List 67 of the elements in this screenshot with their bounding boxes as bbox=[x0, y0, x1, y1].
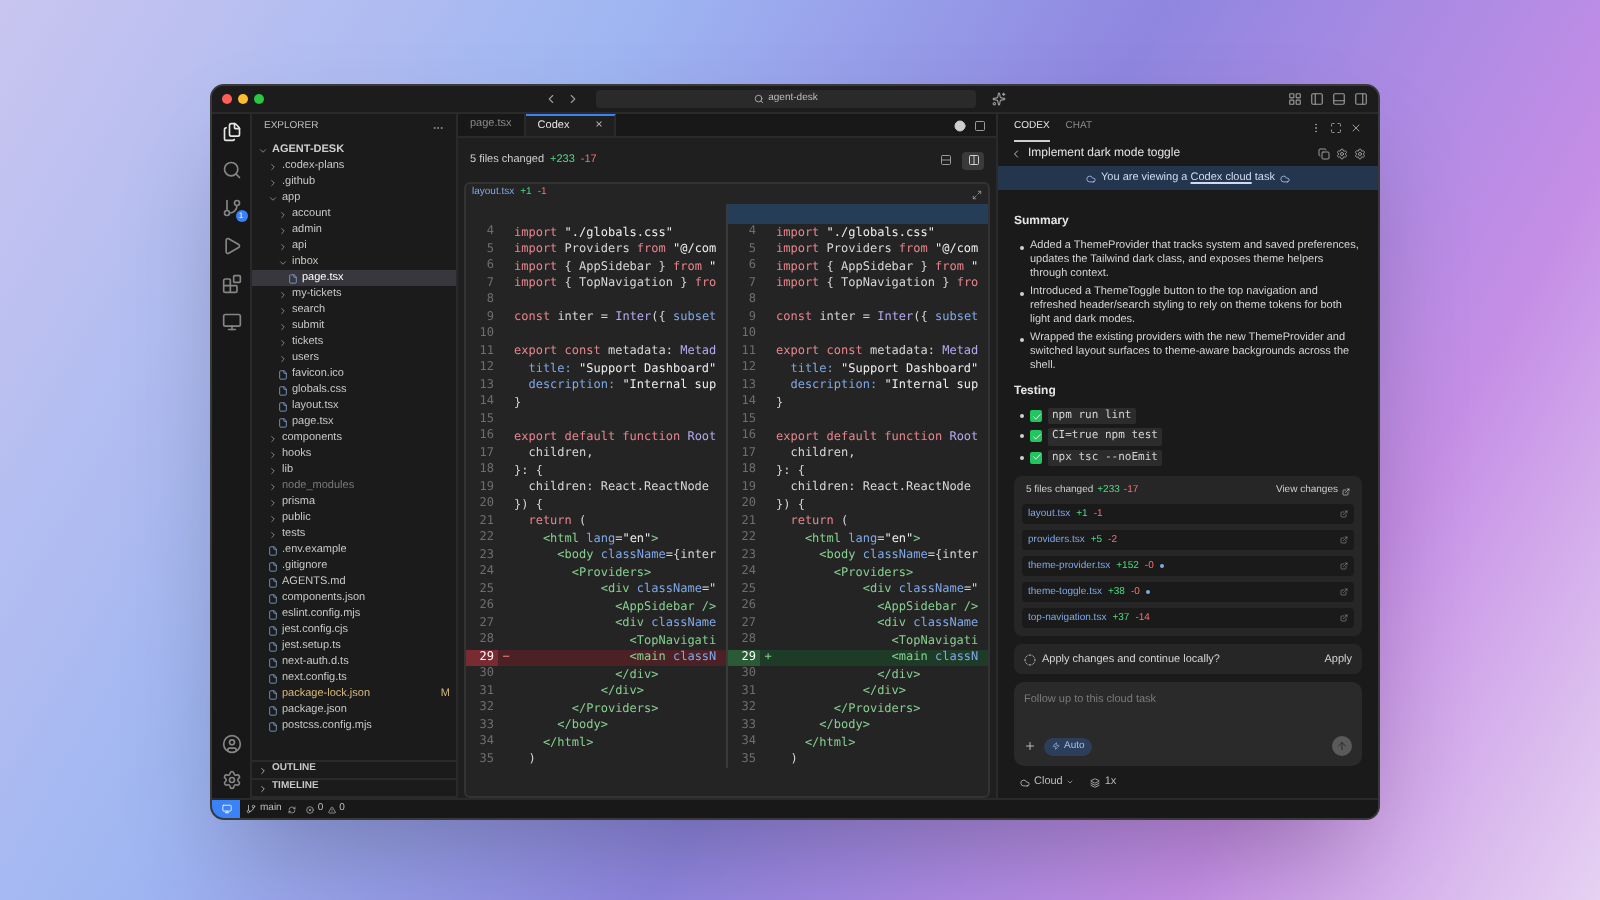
account-icon[interactable] bbox=[221, 734, 241, 754]
search-icon bbox=[754, 94, 765, 104]
monitor-icon[interactable] bbox=[221, 312, 241, 332]
columns-icon bbox=[967, 154, 979, 166]
panel-bottom-icon[interactable] bbox=[1332, 92, 1346, 106]
circle-icon bbox=[1024, 653, 1036, 666]
file-icon bbox=[268, 577, 278, 587]
sync-icon[interactable] bbox=[287, 805, 296, 813]
split-view-button[interactable] bbox=[962, 151, 984, 169]
file-icon bbox=[268, 705, 278, 715]
settings-icon[interactable] bbox=[221, 770, 241, 790]
cloud-icon bbox=[1280, 173, 1291, 183]
external-link-icon bbox=[1342, 487, 1350, 495]
file-icon bbox=[268, 721, 278, 731]
maximize-window-button[interactable] bbox=[254, 94, 264, 104]
file-icon bbox=[268, 593, 278, 603]
panel-right-icon[interactable] bbox=[1354, 92, 1368, 106]
file-icon bbox=[278, 401, 288, 411]
files-icon[interactable] bbox=[221, 122, 241, 142]
close-icon[interactable] bbox=[1350, 122, 1362, 134]
close-window-button[interactable] bbox=[222, 94, 232, 104]
file-icon bbox=[268, 673, 278, 683]
file-icon bbox=[278, 385, 288, 395]
panel-left-icon[interactable] bbox=[1310, 92, 1324, 106]
remote-button[interactable] bbox=[212, 800, 240, 818]
cloud-icon bbox=[1085, 173, 1096, 183]
file-icon bbox=[268, 689, 278, 699]
copy-icon[interactable] bbox=[1318, 148, 1330, 160]
settings-icon[interactable] bbox=[1336, 148, 1348, 160]
file-icon bbox=[268, 657, 278, 667]
forward-icon[interactable] bbox=[566, 92, 580, 106]
arrow-up-icon bbox=[1336, 740, 1348, 753]
monitor-icon bbox=[221, 804, 231, 814]
layers-icon bbox=[1090, 777, 1101, 788]
file-icon bbox=[278, 369, 288, 379]
open-icon[interactable] bbox=[1340, 536, 1348, 545]
file-icon bbox=[268, 545, 278, 555]
add-icon[interactable] bbox=[1024, 740, 1036, 753]
file-icon bbox=[268, 641, 278, 651]
error-icon bbox=[305, 805, 314, 813]
square-icon[interactable] bbox=[974, 119, 986, 131]
layout-icon[interactable] bbox=[1288, 92, 1302, 106]
file-icon bbox=[278, 417, 288, 427]
file-icon bbox=[288, 273, 298, 283]
open-icon[interactable] bbox=[1340, 614, 1348, 623]
bolt-icon bbox=[1052, 742, 1060, 751]
file-icon bbox=[268, 625, 278, 635]
search-icon[interactable] bbox=[221, 160, 241, 180]
branch-icon bbox=[246, 804, 256, 814]
file-icon bbox=[268, 561, 278, 571]
rows-icon bbox=[939, 154, 951, 166]
minimize-window-button[interactable] bbox=[238, 94, 248, 104]
branch-icon[interactable] bbox=[221, 198, 241, 218]
blocks-icon[interactable] bbox=[221, 274, 241, 294]
sparkle-icon[interactable] bbox=[992, 92, 1006, 106]
warning-icon bbox=[327, 805, 336, 813]
file-icon bbox=[268, 609, 278, 619]
settings-icon[interactable] bbox=[1354, 148, 1366, 160]
open-icon[interactable] bbox=[1340, 562, 1348, 571]
cloud-icon bbox=[1020, 777, 1030, 788]
back-icon[interactable] bbox=[1010, 148, 1022, 160]
back-icon[interactable] bbox=[544, 92, 558, 106]
open-icon[interactable] bbox=[1340, 510, 1348, 519]
expand-icon[interactable] bbox=[972, 189, 982, 199]
play-icon[interactable] bbox=[221, 236, 241, 256]
dot-icon[interactable] bbox=[954, 119, 966, 131]
open-icon[interactable] bbox=[1340, 588, 1348, 597]
